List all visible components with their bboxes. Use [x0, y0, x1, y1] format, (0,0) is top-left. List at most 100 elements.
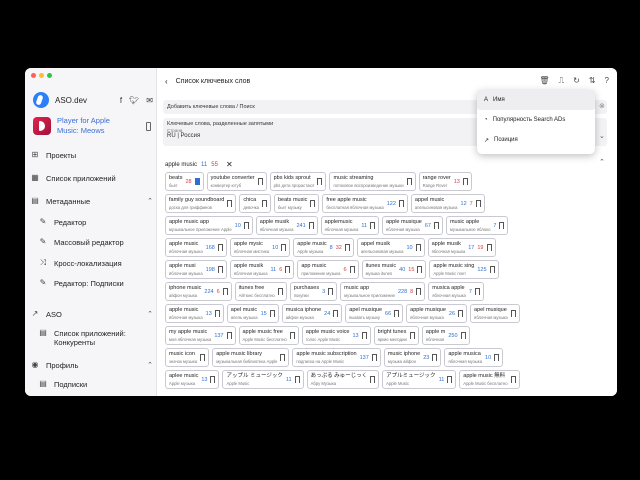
keyword-chip[interactable]: apple music app музыкальное приложение Ap… [165, 216, 253, 235]
keyword-chip[interactable]: music iphone музыка айфон 23 [383, 348, 442, 367]
keyword-chip[interactable]: musica apple яблочная музыка 7 [428, 282, 484, 301]
bookmark-icon[interactable] [394, 310, 400, 317]
keyword-chip[interactable]: apple music яблочная музыка 168 [165, 238, 227, 257]
nav-aso[interactable]: ↗ ASO ⌃ [31, 307, 153, 321]
bookmark-icon[interactable] [433, 222, 439, 229]
nav-bulk-editor[interactable]: ✎ Массовый редактор [39, 235, 153, 249]
nav-competitors[interactable]: ▤ Список приложений: Конкуренты [39, 329, 153, 348]
bookmark-icon[interactable] [409, 332, 415, 339]
nav-metadata[interactable]: ▤ Метаданные ⌃ [31, 194, 153, 208]
bookmark-icon[interactable] [432, 354, 438, 361]
bookmark-icon[interactable] [510, 310, 516, 317]
zoom-window-button[interactable] [47, 73, 52, 78]
nav-editor[interactable]: ✎ Редактор [39, 215, 153, 229]
bookmark-icon[interactable] [280, 354, 286, 361]
app-selector[interactable]: Player for Apple Music: Meows [33, 116, 151, 136]
keyword-chip[interactable]: apple musi яблочная музыка 198 [165, 260, 227, 279]
sort-by-popularity[interactable]: ◔ Популярность Search ADs [477, 110, 595, 130]
bookmark-icon[interactable] [217, 244, 223, 251]
facebook-icon[interactable]: f [120, 96, 122, 105]
bookmark-icon[interactable] [416, 288, 422, 295]
bookmark-icon[interactable] [227, 200, 233, 207]
keyword-chip[interactable]: apple musik яблочная музыка 241 [255, 216, 318, 235]
help-icon[interactable]: ? [605, 76, 609, 86]
bookmark-icon[interactable] [460, 332, 466, 339]
keyword-chip[interactable]: apple musique яблочная музыка 67 [382, 216, 443, 235]
keyword-chip[interactable]: appel musik апельсиновая музыка 10 [356, 238, 425, 257]
bookmark-icon[interactable] [285, 266, 291, 273]
bookmark-icon[interactable] [310, 200, 316, 207]
sort-icon[interactable]: ⇅ [589, 76, 596, 86]
bookmark-icon[interactable] [417, 266, 423, 273]
back-icon[interactable]: ‹ [165, 77, 168, 86]
close-window-button[interactable] [31, 73, 36, 78]
bookmark-icon[interactable] [474, 288, 480, 295]
bookmark-icon[interactable] [243, 222, 249, 229]
bookmark-icon[interactable] [214, 310, 220, 317]
keyword-chip[interactable]: music app музыкальное приложение 228 8 [340, 282, 426, 301]
bookmark-icon[interactable] [294, 376, 300, 383]
mail-icon[interactable]: ✉ [146, 96, 153, 105]
keyword-chip[interactable]: apple music subscription подписка на Appl… [292, 348, 381, 367]
chevron-down-icon[interactable]: ⌄ [599, 132, 605, 140]
bookmark-icon[interactable] [462, 178, 468, 185]
minimize-window-button[interactable] [39, 73, 44, 78]
bookmark-icon[interactable] [447, 376, 453, 383]
bookmark-icon[interactable] [269, 310, 275, 317]
trash-icon[interactable]: 🗑︎ [539, 76, 549, 86]
bookmark-icon[interactable] [371, 354, 377, 361]
keyword-chip[interactable]: apple music sing Apple Music поет 125 [429, 260, 499, 279]
twitter-icon[interactable]: 🐦︎ [129, 96, 139, 105]
nav-cross-localization[interactable]: ⤨ Кросс-локализация [39, 256, 153, 270]
bookmark-icon[interactable] [344, 244, 350, 251]
keyword-chip[interactable]: free apple music бесплатная яблочная музы… [322, 194, 408, 213]
keyword-chip[interactable]: apple music voice голос Apple Music 13 [301, 326, 371, 345]
bookmark-icon[interactable] [489, 266, 495, 273]
keyword-chip[interactable]: apple music 無料 Apple Music бесплатно [459, 370, 520, 389]
refresh-icon[interactable]: ↻ [573, 76, 580, 86]
keyword-chip[interactable]: youtube converter конвертер ютуб [206, 172, 267, 191]
bookmark-icon[interactable] [370, 376, 376, 383]
keyword-chip[interactable]: iphone music айфон музыка 224 6 [165, 282, 232, 301]
keyword-chip[interactable]: musica iphone айфон музыка 24 [281, 304, 343, 323]
keyword-chip[interactable]: apel musique вызвать музыку 66 [345, 304, 404, 323]
bookmark-icon[interactable] [222, 288, 228, 295]
close-icon[interactable]: ✕ [226, 160, 233, 169]
collapse-icon[interactable]: ⌃ [599, 158, 605, 166]
nav-projects[interactable]: ⊞ Проекты [31, 148, 153, 162]
sort-by-name[interactable]: A Имя [477, 90, 595, 110]
keyword-chip[interactable]: アップル ミュージック Apple Music 11 [222, 370, 304, 389]
keyword-chip[interactable]: range rover Range Rover 13 [418, 172, 472, 191]
keyword-chip[interactable]: apple music library музыкальная библиотек… [212, 348, 290, 367]
keyword-chip[interactable]: bright tunes яркие мелодии [373, 326, 419, 345]
keyword-chip[interactable]: apple m яблочная 250 [421, 326, 470, 345]
bookmark-icon[interactable] [257, 178, 263, 185]
keyword-chip[interactable]: あっぷる みゅーじっく Абру Музыка [306, 370, 380, 389]
bookmark-icon[interactable] [370, 222, 376, 229]
bookmark-icon[interactable] [361, 332, 367, 339]
keyword-chip[interactable]: appel music апельсиновая музыка 12 7 [410, 194, 485, 213]
bookmark-icon[interactable] [499, 222, 505, 229]
keyword-chip[interactable]: beats music бьет музыку [273, 194, 320, 213]
bookmark-icon[interactable] [486, 244, 492, 251]
keyword-chip[interactable]: apple music Apple музыка 8 32 [293, 238, 354, 257]
nav-app-list[interactable]: ▦ Список приложений [31, 171, 153, 185]
bookmark-icon[interactable] [494, 354, 500, 361]
keyword-chip[interactable]: apple musica яблочная музыка 10 [444, 348, 504, 367]
keyword-chip[interactable]: itunes free Айтюнс бесплатно [234, 282, 287, 301]
bookmark-icon[interactable] [217, 266, 223, 273]
bookmark-icon[interactable] [398, 200, 404, 207]
keyword-chip[interactable]: apple musik яблочная музыка 17 19 [427, 238, 496, 257]
keyword-chip[interactable]: purchases покупки 3 [289, 282, 338, 301]
clear-icon[interactable]: ⊗ [599, 102, 605, 110]
keyword-chip[interactable]: apple music free Apple Music бесплатно [238, 326, 299, 345]
keyword-chip[interactable]: music apple музыкальное яблоко 7 [445, 216, 509, 235]
bookmark-icon[interactable]: ⎍ [559, 76, 565, 86]
nav-subscriptions[interactable]: ▤ Подписки [39, 377, 153, 391]
bookmark-icon[interactable] [415, 244, 421, 251]
bookmark-icon[interactable] [510, 376, 516, 383]
bookmark-icon[interactable] [475, 200, 481, 207]
bookmark-icon[interactable] [458, 310, 464, 317]
bookmark-icon[interactable] [328, 288, 334, 295]
bookmark-icon[interactable] [289, 332, 295, 339]
